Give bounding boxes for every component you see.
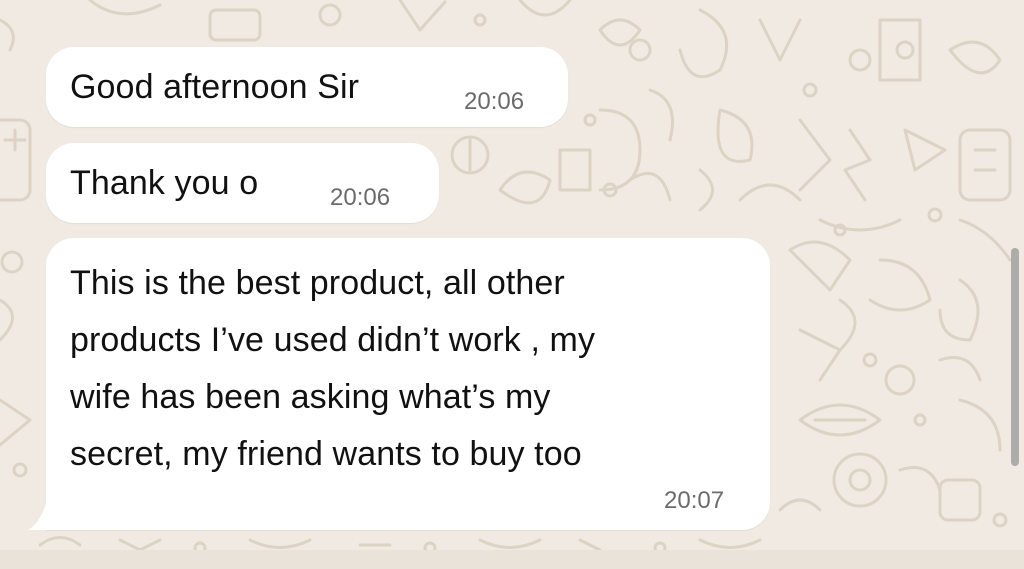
message-time: 20:06 [330,184,391,211]
message-text: This is the best product, all other prod… [70,264,596,473]
message-bubble[interactable]: Thank you o 20:06 [46,143,439,223]
bottom-edge [0,550,1024,569]
message-text: Thank you o [70,164,259,202]
scrollbar[interactable] [1011,248,1019,466]
bubble-tail-icon [28,496,48,530]
message-time: 20:07 [664,487,725,514]
message-bubble[interactable]: Good afternoon Sir 20:06 [46,47,568,127]
message-time: 20:06 [464,88,525,115]
message-bubble[interactable]: This is the best product, all other prod… [46,238,770,530]
chat-area[interactable]: Good afternoon Sir 20:06 Thank you o 20:… [0,0,1024,569]
message-text: Good afternoon Sir [70,68,360,106]
